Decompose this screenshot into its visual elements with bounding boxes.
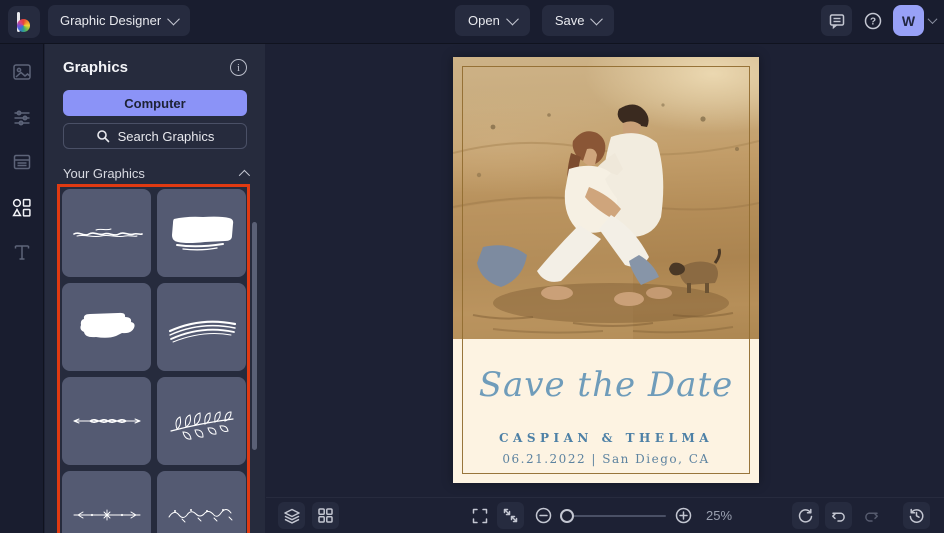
- redo-icon: [864, 511, 878, 522]
- graphic-thumb-leaf-branch[interactable]: [157, 377, 246, 465]
- sidebar-item-templates[interactable]: [5, 147, 39, 177]
- your-graphics-highlight: [57, 184, 250, 533]
- history-button[interactable]: [903, 502, 930, 529]
- chat-icon: [829, 13, 844, 29]
- tool-rail: [0, 44, 44, 533]
- computer-upload-button[interactable]: Computer: [63, 90, 247, 116]
- zoom-in-button[interactable]: [670, 502, 697, 529]
- graphic-thumb-arrow-line-divider[interactable]: [62, 471, 151, 533]
- save-button[interactable]: Save: [541, 5, 615, 36]
- panel-scrollbar[interactable]: [252, 222, 257, 450]
- open-label: Open: [468, 13, 500, 28]
- grid-icon: [318, 508, 333, 523]
- undo-icon: [831, 511, 845, 522]
- redo-button[interactable]: [857, 502, 884, 529]
- sidebar-item-photos[interactable]: [5, 57, 39, 87]
- graphic-thumb-brush-stroke[interactable]: [157, 189, 246, 277]
- sidebar-item-edit[interactable]: [5, 102, 39, 132]
- help-icon: ?: [864, 12, 881, 29]
- card-details[interactable]: 06.21.2022 | San Diego, CA: [453, 452, 759, 466]
- history-icon: [909, 508, 924, 523]
- sidebar-item-text[interactable]: [5, 237, 39, 267]
- chevron-down-icon: [505, 12, 519, 26]
- chevron-down-icon: [167, 12, 181, 26]
- file-actions: Open Save: [455, 5, 615, 36]
- section-title: Your Graphics: [63, 166, 145, 181]
- open-button[interactable]: Open: [455, 5, 530, 36]
- sidebar-item-graphics[interactable]: [5, 192, 39, 222]
- reset-icon: [798, 508, 813, 523]
- search-label: Search Graphics: [117, 128, 215, 144]
- layers-button[interactable]: [278, 502, 305, 529]
- panel-title: Graphics: [63, 59, 129, 76]
- image-icon: [12, 64, 31, 80]
- feedback-button[interactable]: [821, 5, 852, 36]
- fit-to-screen-icon: [503, 508, 518, 523]
- sliders-icon: [14, 110, 29, 126]
- panel-header: Graphics i: [45, 44, 265, 76]
- grid-view-button[interactable]: [312, 502, 339, 529]
- computer-label: Computer: [124, 95, 186, 111]
- save-label: Save: [554, 13, 585, 28]
- help-button[interactable]: ?: [857, 5, 888, 36]
- graphic-thumb-floral-vine-divider[interactable]: [157, 471, 246, 533]
- zoom-level[interactable]: 25%: [706, 508, 732, 523]
- mode-label: Graphic Designer: [60, 13, 162, 28]
- search-icon: [96, 130, 109, 143]
- zoom-slider[interactable]: [560, 509, 666, 523]
- layout-icon: [13, 154, 30, 170]
- mode-selector[interactable]: Graphic Designer: [48, 5, 191, 36]
- svg-text:?: ?: [869, 16, 875, 27]
- your-graphics-header[interactable]: Your Graphics: [63, 166, 251, 181]
- fullscreen-icon: [472, 508, 487, 523]
- shapes-icon: [12, 198, 31, 217]
- fit-to-screen-button[interactable]: [497, 502, 524, 529]
- design-card[interactable]: Save the Date CASPIAN & THELMA 06.21.202…: [453, 57, 759, 483]
- graphic-thumb-sketch-line-divider[interactable]: [62, 189, 151, 277]
- logo-icon: [17, 12, 31, 32]
- text-icon: [14, 245, 29, 260]
- topbar-right: ? W: [821, 5, 938, 36]
- graphic-designer-app: Graphic Designer Open Save ? W Graphics …: [0, 0, 944, 533]
- zoom-out-button[interactable]: [530, 502, 557, 529]
- graphics-grid: [62, 189, 246, 533]
- card-title[interactable]: Save the Date: [453, 365, 759, 405]
- zoom-in-icon: [675, 507, 692, 524]
- search-graphics-button[interactable]: Search Graphics: [63, 123, 247, 149]
- card-text-block: Save the Date CASPIAN & THELMA 06.21.202…: [453, 339, 759, 483]
- canvas-toolbar: 25%: [266, 497, 944, 533]
- info-icon[interactable]: i: [230, 59, 247, 76]
- top-bar: Graphic Designer Open Save ? W: [0, 0, 944, 44]
- graphic-thumb-ornamental-divider[interactable]: [62, 377, 151, 465]
- canvas-area[interactable]: Save the Date CASPIAN & THELMA 06.21.202…: [266, 44, 944, 497]
- card-names[interactable]: CASPIAN & THELMA: [453, 431, 759, 445]
- chevron-down-icon: [590, 12, 604, 26]
- undo-button[interactable]: [825, 502, 852, 529]
- graphic-thumb-paint-blob[interactable]: [62, 283, 151, 371]
- couple-photo: [453, 57, 759, 339]
- zoom-out-icon: [535, 507, 552, 524]
- account-chevron-down-icon[interactable]: [927, 14, 938, 25]
- fullscreen-button[interactable]: [466, 502, 493, 529]
- chevron-up-icon: [238, 169, 251, 181]
- graphic-thumb-curved-brush-lines[interactable]: [157, 283, 246, 371]
- reset-button[interactable]: [792, 502, 819, 529]
- zoom-slider-knob[interactable]: [560, 509, 574, 523]
- account-avatar[interactable]: W: [893, 5, 924, 36]
- layers-icon: [283, 508, 300, 524]
- befunky-logo[interactable]: [8, 6, 40, 38]
- avatar-initial: W: [901, 12, 916, 29]
- graphics-panel: Graphics i Computer Search Graphics Your…: [45, 44, 265, 533]
